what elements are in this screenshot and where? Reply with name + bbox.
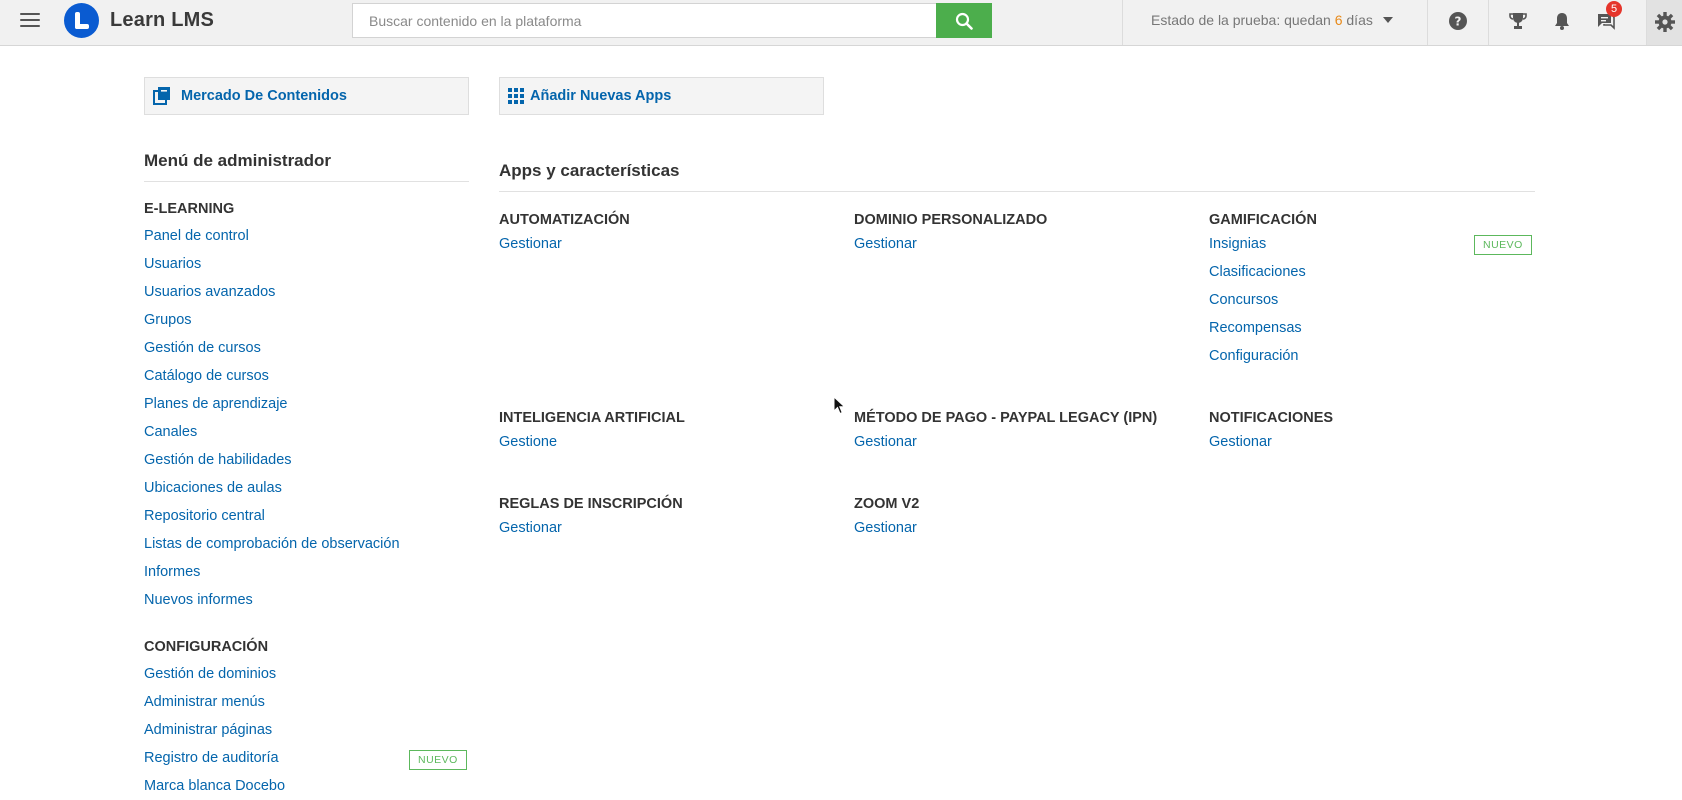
library-icon bbox=[153, 87, 170, 105]
logo-icon[interactable] bbox=[64, 3, 99, 38]
app-heading-reglas-inscripcion: REGLAS DE INSCRIPCIÓN bbox=[499, 496, 683, 512]
menu-link-nuevos-informes[interactable]: Nuevos informes bbox=[144, 592, 253, 608]
trophy-icon[interactable] bbox=[1507, 10, 1529, 32]
messages-badge: 5 bbox=[1606, 1, 1622, 17]
menu-link-gestion-habilidades[interactable]: Gestión de habilidades bbox=[144, 452, 292, 468]
manage-reglas-link[interactable]: Gestionar bbox=[499, 520, 562, 536]
menu-link-gestion-dominios[interactable]: Gestión de dominios bbox=[144, 666, 276, 682]
bell-icon[interactable] bbox=[1551, 10, 1573, 32]
menu-link-administrar-menus[interactable]: Administrar menús bbox=[144, 694, 265, 710]
gamification-link-configuracion[interactable]: Configuración bbox=[1209, 348, 1298, 364]
app-heading-dominio-personalizado: DOMINIO PERSONALIZADO bbox=[854, 212, 1048, 228]
settings-button[interactable] bbox=[1647, 0, 1682, 45]
menu-icon[interactable] bbox=[20, 13, 40, 31]
gear-icon bbox=[1655, 12, 1675, 32]
menu-link-canales[interactable]: Canales bbox=[144, 424, 197, 440]
app-heading-zoom: ZOOM V2 bbox=[854, 496, 920, 512]
svg-text:?: ? bbox=[1455, 15, 1462, 29]
section-heading-configuracion: CONFIGURACIÓN bbox=[144, 639, 269, 655]
menu-link-marca-blanca[interactable]: Marca blanca Docebo bbox=[144, 778, 285, 794]
manage-paypal-link[interactable]: Gestionar bbox=[854, 434, 917, 450]
gamification-link-concursos[interactable]: Concursos bbox=[1209, 292, 1278, 308]
search-icon bbox=[955, 12, 973, 30]
help-icon[interactable]: ? bbox=[1447, 10, 1469, 32]
menu-link-registro-auditoria[interactable]: Registro de auditoría bbox=[144, 750, 279, 766]
app-heading-paypal: MÉTODO DE PAGO - PAYPAL LEGACY (IPN) bbox=[854, 410, 1158, 426]
menu-link-catalogo-cursos[interactable]: Catálogo de cursos bbox=[144, 368, 269, 384]
add-apps-button[interactable]: Añadir Nuevas Apps bbox=[499, 77, 824, 115]
divider bbox=[1488, 0, 1489, 45]
manage-dominio-link[interactable]: Gestionar bbox=[854, 236, 917, 252]
menu-link-administrar-paginas[interactable]: Administrar páginas bbox=[144, 722, 272, 738]
manage-notificaciones-link[interactable]: Gestionar bbox=[1209, 434, 1272, 450]
gamification-link-insignias[interactable]: Insignias bbox=[1209, 236, 1266, 252]
search-button[interactable] bbox=[936, 3, 992, 38]
section-heading-elearning: E-LEARNING bbox=[144, 201, 235, 217]
gamification-link-clasificaciones[interactable]: Clasificaciones bbox=[1209, 264, 1306, 280]
trial-status-dropdown[interactable]: Estado de la prueba: quedan 6 días bbox=[1122, 0, 1428, 45]
add-apps-label: Añadir Nuevas Apps bbox=[530, 88, 672, 104]
menu-link-grupos[interactable]: Grupos bbox=[144, 312, 192, 328]
menu-link-gestion-cursos[interactable]: Gestión de cursos bbox=[144, 340, 261, 356]
new-badge: NUEVO bbox=[1474, 235, 1532, 255]
content-marketplace-button[interactable]: Mercado De Contenidos bbox=[144, 77, 469, 115]
search-input[interactable] bbox=[352, 3, 937, 38]
apps-section-title: Apps y características bbox=[499, 161, 680, 180]
content-marketplace-label: Mercado De Contenidos bbox=[181, 88, 347, 104]
admin-menu-title: Menú de administrador bbox=[144, 151, 332, 170]
trial-days: 6 bbox=[1334, 12, 1343, 28]
divider bbox=[499, 191, 1535, 192]
trial-status-text: Estado de la prueba: quedan bbox=[1151, 12, 1331, 28]
mouse-cursor-icon bbox=[833, 396, 846, 415]
top-bar: Learn LMS Estado de la prueba: quedan 6 … bbox=[0, 0, 1682, 46]
app-name[interactable]: Learn LMS bbox=[110, 9, 214, 32]
new-badge: NUEVO bbox=[409, 750, 467, 770]
gamification-link-recompensas[interactable]: Recompensas bbox=[1209, 320, 1302, 336]
menu-link-panel-de-control[interactable]: Panel de control bbox=[144, 228, 249, 244]
divider bbox=[144, 181, 469, 182]
menu-link-ubicaciones-aulas[interactable]: Ubicaciones de aulas bbox=[144, 480, 282, 496]
chevron-down-icon bbox=[1382, 17, 1393, 23]
menu-link-planes-aprendizaje[interactable]: Planes de aprendizaje bbox=[144, 396, 288, 412]
menu-link-usuarios-avanzados[interactable]: Usuarios avanzados bbox=[144, 284, 275, 300]
app-heading-inteligencia-artificial: INTELIGENCIA ARTIFICIAL bbox=[499, 410, 685, 426]
trial-days-unit: días bbox=[1346, 12, 1373, 28]
menu-link-listas-observacion[interactable]: Listas de comprobación de observación bbox=[144, 536, 400, 552]
app-heading-automatizacion: AUTOMATIZACIÓN bbox=[499, 212, 630, 228]
app-heading-notificaciones: NOTIFICACIONES bbox=[1209, 410, 1334, 426]
manage-zoom-link[interactable]: Gestionar bbox=[854, 520, 917, 536]
menu-link-usuarios[interactable]: Usuarios bbox=[144, 256, 201, 272]
app-heading-gamificacion: GAMIFICACIÓN bbox=[1209, 212, 1317, 228]
menu-link-repositorio-central[interactable]: Repositorio central bbox=[144, 508, 265, 524]
apps-grid-icon bbox=[508, 88, 524, 104]
manage-ia-link[interactable]: Gestione bbox=[499, 434, 557, 450]
manage-automatizacion-link[interactable]: Gestionar bbox=[499, 236, 562, 252]
menu-link-informes[interactable]: Informes bbox=[144, 564, 200, 580]
